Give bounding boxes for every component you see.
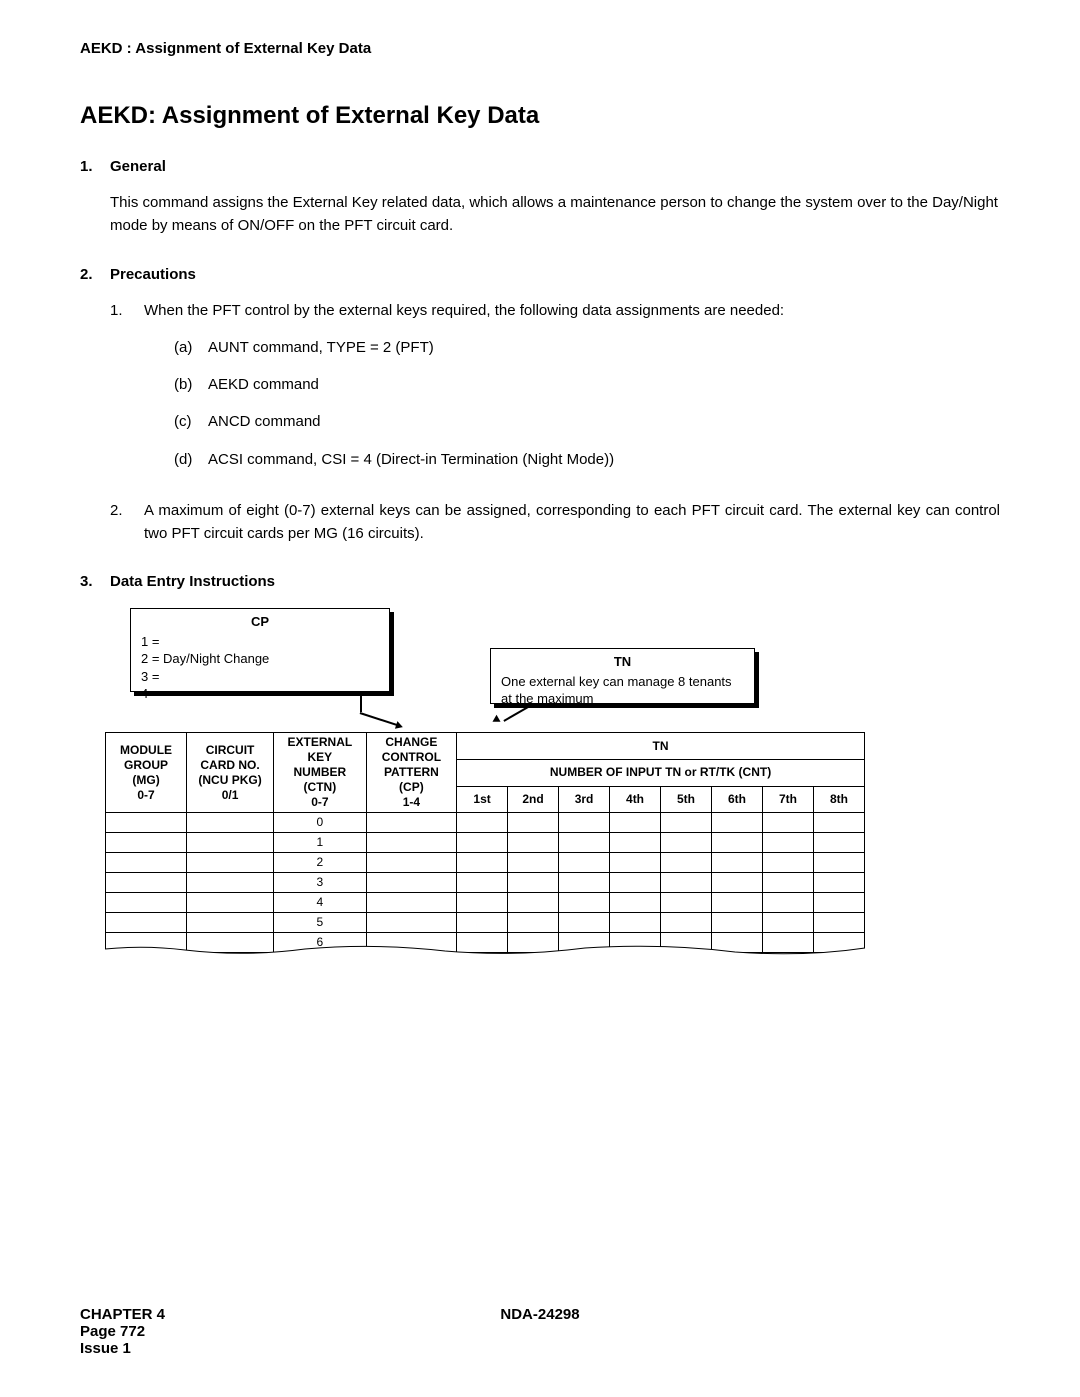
col-6th: 6th (712, 786, 763, 813)
section-1-body: This command assigns the External Key re… (110, 191, 1000, 238)
table-row: 5 (106, 913, 865, 933)
precaution-item-2: 2. A maximum of eight (0-7) external key… (110, 499, 1000, 546)
sub-letter: (b) (174, 373, 208, 396)
cp-line-4: 4 = (141, 685, 379, 703)
cc-l2: CARD NO. (200, 758, 259, 772)
item-content: When the PFT control by the external key… (144, 299, 1000, 485)
data-entry-table: MODULE GROUP (MG) 0-7 CIRCUIT CARD NO. (… (105, 732, 865, 953)
ctn-5: 5 (274, 913, 367, 933)
ctn-1: 1 (274, 833, 367, 853)
sub-item-a: (a) AUNT command, TYPE = 2 (PFT) (174, 336, 1000, 359)
section-3-heading: 3. Data Entry Instructions (80, 573, 1000, 590)
page-title: AEKD: Assignment of External Key Data (80, 102, 1000, 130)
table-row: 1 (106, 833, 865, 853)
sub-text: AUNT command, TYPE = 2 (PFT) (208, 336, 434, 359)
section-1-label: General (110, 158, 166, 175)
sub-letter: (a) (174, 336, 208, 359)
col-5th: 5th (661, 786, 712, 813)
ek-l3: NUMBER (294, 765, 347, 779)
col-external-key: EXTERNAL KEY NUMBER (CTN) 0-7 (274, 733, 367, 813)
tn-box-title: TN (501, 653, 744, 671)
running-header: AEKD : Assignment of External Key Data (80, 40, 1000, 57)
section-3-number: 3. (80, 573, 110, 590)
torn-edge-icon (105, 945, 865, 959)
col-2nd: 2nd (508, 786, 559, 813)
cp-l1: CHANGE (385, 735, 437, 749)
col-change-control-pattern: CHANGE CONTROL PATTERN (CP) 1-4 (366, 733, 456, 813)
ctn-2: 2 (274, 853, 367, 873)
col-4th: 4th (610, 786, 661, 813)
sub-letter: (d) (174, 448, 208, 471)
sub-item-b: (b) AEKD command (174, 373, 1000, 396)
ek-l1: EXTERNAL (288, 735, 353, 749)
col-cnt: NUMBER OF INPUT TN or RT/TK (CNT) (457, 759, 865, 786)
tn-callout-box: TN One external key can manage 8 tenants… (490, 648, 755, 704)
col-circuit-card: CIRCUIT CARD NO. (NCU PKG) 0/1 (187, 733, 274, 813)
col-1st: 1st (457, 786, 508, 813)
table-row: 2 (106, 853, 865, 873)
section-1-heading: 1. General (80, 158, 1000, 175)
footer-docnum: NDA-24298 (500, 1306, 579, 1323)
cc-l1: CIRCUIT (206, 743, 255, 757)
cc-l3: (NCU PKG) (198, 773, 261, 787)
precautions-list: 1. When the PFT control by the external … (110, 299, 1000, 546)
data-entry-table-wrap: MODULE GROUP (MG) 0-7 CIRCUIT CARD NO. (… (105, 732, 865, 953)
footer-issue: Issue 1 (80, 1340, 165, 1357)
section-3-label: Data Entry Instructions (110, 573, 275, 590)
item-2-text: A maximum of eight (0-7) external keys c… (144, 499, 1000, 546)
col-3rd: 3rd (559, 786, 610, 813)
diagram-area: CP 1 = 2 = Day/Night Change 3 = 4 = TN O… (130, 608, 1000, 948)
section-2-number: 2. (80, 266, 110, 283)
ek-l2: KEY (308, 750, 333, 764)
sub-text: ANCD command (208, 410, 321, 433)
sub-item-c: (c) ANCD command (174, 410, 1000, 433)
footer-page: Page 772 (80, 1323, 165, 1340)
mg-l3: (MG) (132, 773, 159, 787)
sub-item-d: (d) ACSI command, CSI = 4 (Direct-in Ter… (174, 448, 1000, 471)
mg-l4: 0-7 (137, 788, 154, 802)
sub-text: AEKD command (208, 373, 319, 396)
tn-box-text: One external key can manage 8 tenants at… (501, 673, 744, 708)
cp-line-3: 3 = (141, 668, 379, 686)
item-number: 2. (110, 499, 144, 546)
footer-chapter: CHAPTER 4 (80, 1306, 165, 1323)
ctn-3: 3 (274, 873, 367, 893)
sub-list: (a) AUNT command, TYPE = 2 (PFT) (b) AEK… (174, 336, 1000, 471)
cp-l5: 1-4 (403, 795, 420, 809)
section-2-heading: 2. Precautions (80, 266, 1000, 283)
mg-l1: MODULE (120, 743, 172, 757)
col-module-group: MODULE GROUP (MG) 0-7 (106, 733, 187, 813)
cp-line-1: 1 = (141, 633, 379, 651)
table-row: 3 (106, 873, 865, 893)
cp-l4: (CP) (399, 780, 424, 794)
section-2-label: Precautions (110, 266, 196, 283)
col-7th: 7th (762, 786, 813, 813)
sub-text: ACSI command, CSI = 4 (Direct-in Termina… (208, 448, 614, 471)
document-page: AEKD : Assignment of External Key Data A… (0, 0, 1080, 1397)
cp-box-title: CP (141, 613, 379, 631)
table-row: 4 (106, 893, 865, 913)
cp-l2: CONTROL (382, 750, 441, 764)
cp-callout-box: CP 1 = 2 = Day/Night Change 3 = 4 = (130, 608, 390, 692)
ek-l5: 0-7 (311, 795, 328, 809)
mg-l2: GROUP (124, 758, 168, 772)
cp-line-2: 2 = Day/Night Change (141, 650, 379, 668)
item-1-text: When the PFT control by the external key… (144, 302, 784, 319)
cc-l4: 0/1 (222, 788, 239, 802)
ek-l4: (CTN) (304, 780, 337, 794)
ctn-4: 4 (274, 893, 367, 913)
col-tn: TN (457, 733, 865, 760)
table-row: 0 (106, 813, 865, 833)
section-1-number: 1. (80, 158, 110, 175)
item-number: 1. (110, 299, 144, 485)
sub-letter: (c) (174, 410, 208, 433)
col-8th: 8th (813, 786, 864, 813)
ctn-0: 0 (274, 813, 367, 833)
cp-l3: PATTERN (384, 765, 439, 779)
precaution-item-1: 1. When the PFT control by the external … (110, 299, 1000, 485)
page-footer: CHAPTER 4 Page 772 Issue 1 NDA-24298 (80, 1306, 1000, 1357)
